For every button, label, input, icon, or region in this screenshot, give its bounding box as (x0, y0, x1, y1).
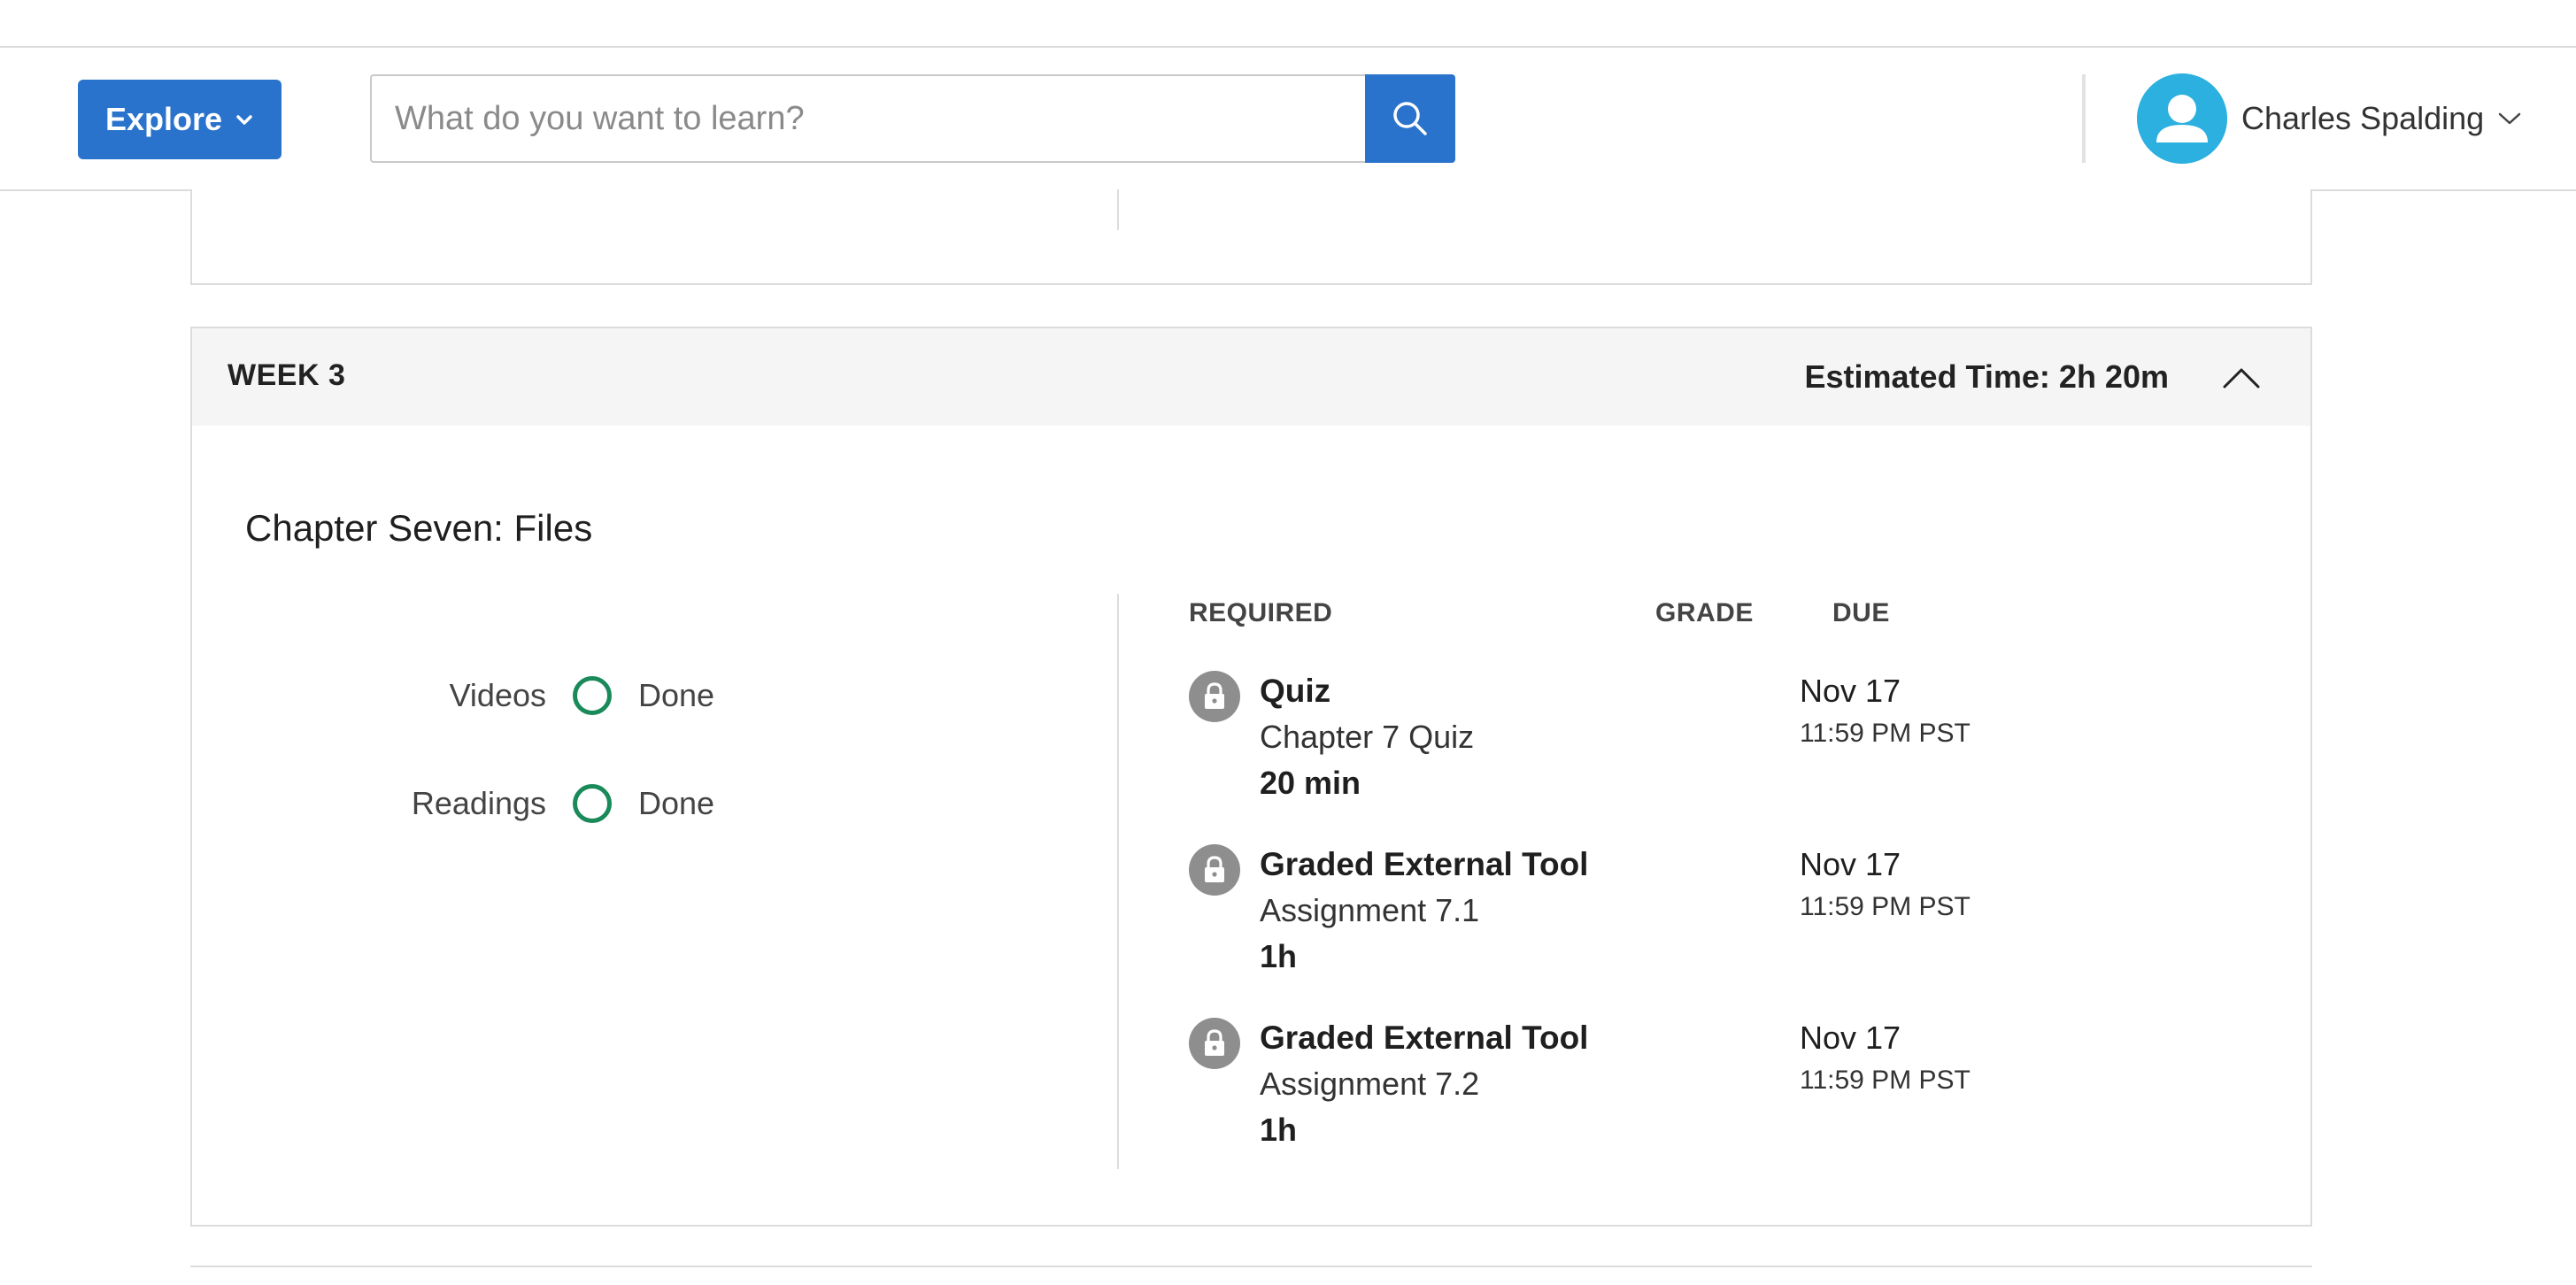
user-avatar-icon (2137, 73, 2227, 164)
user-name: Charles Spalding (2241, 100, 2485, 136)
item-title[interactable]: Graded External Tool (1260, 846, 1588, 883)
chevron-up-icon (2223, 368, 2260, 389)
lock-icon (1189, 671, 1240, 722)
due-date: Nov 17 (1800, 1020, 1901, 1056)
estimated-time: Estimated Time: 2h 20m (1804, 358, 2170, 395)
user-menu[interactable]: Charles Spalding (2137, 73, 2521, 165)
explore-label: Explore (104, 101, 223, 137)
search-input[interactable] (370, 74, 1367, 163)
column-divider (1117, 189, 1119, 230)
next-week-card (190, 1266, 2312, 1285)
user-chevron (2498, 112, 2521, 126)
avatar (2137, 73, 2227, 164)
column-header-due: DUE (1832, 598, 1890, 627)
search-icon (1393, 102, 1427, 135)
explore-button[interactable]: Explore (78, 80, 282, 159)
search-button[interactable] (1365, 74, 1455, 163)
progress-label: Readings (411, 785, 546, 821)
item-title[interactable]: Graded External Tool (1260, 1020, 1588, 1057)
week-header[interactable]: WEEK 3 Estimated Time: 2h 20m (192, 328, 2310, 426)
column-header-grade: GRADE (1655, 598, 1754, 627)
lock-icon (1189, 1018, 1240, 1069)
item-name: Assignment 7.1 (1260, 892, 1480, 928)
progress-row-readings: Readings Done (192, 784, 714, 823)
due-time: 11:59 PM PST (1800, 719, 1971, 748)
progress-row-videos: Videos Done (192, 676, 714, 715)
column-divider (1117, 594, 1119, 1169)
collapse-button[interactable] (2217, 353, 2266, 403)
empty-circle-icon (573, 784, 612, 823)
week-title: WEEK 3 (228, 358, 346, 392)
previous-week-card (190, 189, 2312, 285)
chevron-down-icon (236, 115, 252, 125)
item-duration: 20 min (1260, 765, 1361, 801)
week-card: WEEK 3 Estimated Time: 2h 20m Chapter Se… (190, 327, 2312, 1227)
progress-status: Done (638, 677, 715, 713)
item-name: Assignment 7.2 (1260, 1066, 1480, 1102)
due-date: Nov 17 (1800, 846, 1901, 882)
lock-icon-glyph (1205, 856, 1224, 882)
column-header-required: REQUIRED (1189, 598, 1333, 627)
due-time: 11:59 PM PST (1800, 1066, 1971, 1095)
list-item: Quiz Chapter 7 Quiz 20 min Nov 17 11:59 … (1189, 669, 2163, 837)
item-duration: 1h (1260, 1112, 1298, 1148)
item-name: Chapter 7 Quiz (1260, 719, 1475, 755)
due-time: 11:59 PM PST (1800, 892, 1971, 921)
search-bar (370, 74, 1455, 163)
item-duration: 1h (1260, 938, 1298, 974)
site-header: Explore Charles Spalding (0, 48, 2576, 191)
list-item: Graded External Tool Assignment 7.1 1h N… (1189, 843, 2163, 1011)
list-item: Graded External Tool Assignment 7.2 1h N… (1189, 1016, 2163, 1184)
lock-icon-glyph (1205, 1029, 1224, 1056)
lock-icon (1189, 844, 1240, 896)
progress-label: Videos (449, 677, 546, 713)
empty-circle-icon (573, 676, 612, 715)
due-date: Nov 17 (1800, 673, 1901, 709)
chapter-title: Chapter Seven: Files (245, 507, 593, 549)
item-title[interactable]: Quiz (1260, 673, 1330, 710)
progress-status: Done (638, 785, 715, 821)
header-divider (2082, 74, 2086, 163)
lock-icon-glyph (1205, 682, 1224, 709)
chevron-down-icon (2498, 112, 2521, 125)
top-strip (0, 0, 2576, 48)
